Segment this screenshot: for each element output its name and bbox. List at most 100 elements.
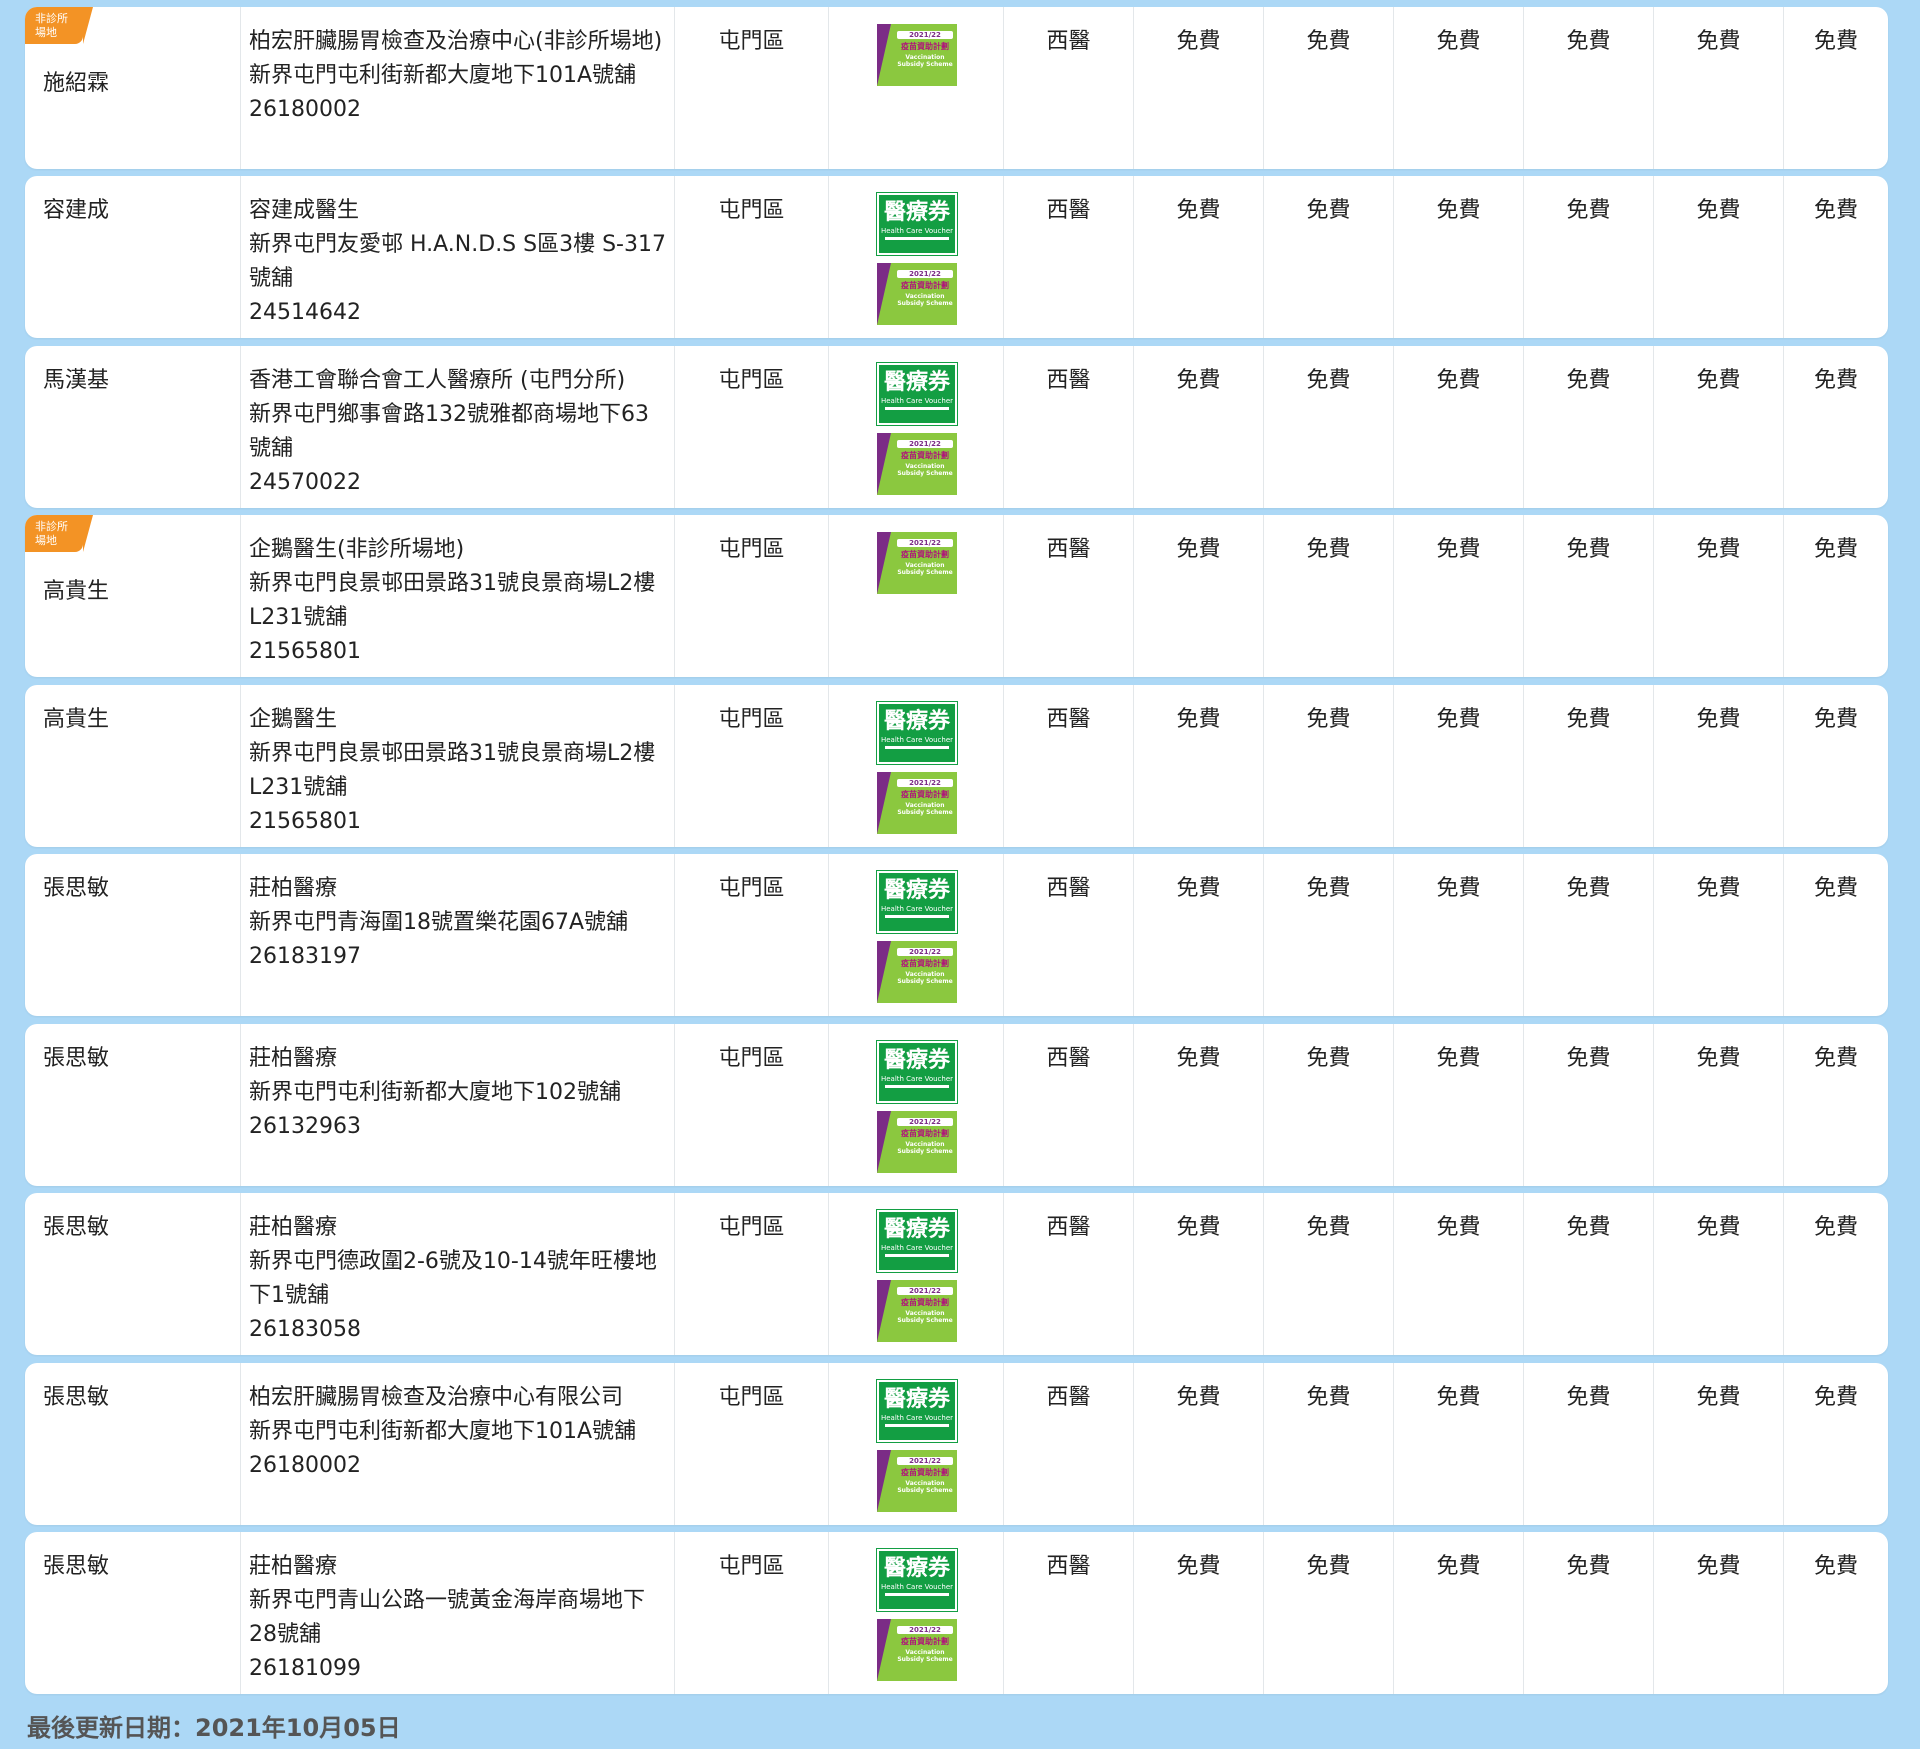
health-care-voucher-icon: 醫療券 Health Care Voucher bbox=[876, 1548, 958, 1612]
clinic-info-cell: 企鵝醫生 新界屯門良景邨田景路31號良景商場L2樓L231號舖 21565801 bbox=[241, 685, 675, 847]
badge-line: 非診所 bbox=[35, 520, 68, 533]
fee-value: 免費 bbox=[1436, 537, 1481, 562]
vss-stripe bbox=[877, 1450, 891, 1512]
doctor-name[interactable]: 馬漢基 bbox=[43, 364, 109, 398]
fee-value: 免費 bbox=[1813, 1554, 1858, 1579]
clinic-phone[interactable]: 26180002 bbox=[249, 1449, 669, 1483]
fee-value: 免費 bbox=[1436, 1046, 1481, 1071]
fee-value: 免費 bbox=[1176, 1046, 1221, 1071]
fee-value: 免費 bbox=[1436, 1385, 1481, 1410]
table-row[interactable]: 非診所 場地 高貴生 企鵝醫生(非診所場地) 新界屯門良景邨田景路31號良景商場L2樓L… bbox=[25, 515, 1888, 677]
table-row[interactable]: 張思敏 莊柏醫療 新界屯門青山公路一號黃金海岸商場地下28號舖 26181099 屯門區… bbox=[25, 1532, 1888, 1694]
doctor-type: 西醫 bbox=[1046, 198, 1091, 223]
scheme-icons-cell: 醫療券 Health Care Voucher 2021/22 疫苗資助計劃 Vacci… bbox=[829, 1532, 1004, 1694]
fee-cell: 免費 bbox=[1654, 515, 1784, 677]
vaccination-subsidy-scheme-icon: 2021/22 疫苗資助計劃 Vaccination Subsidy Scheme bbox=[877, 532, 957, 594]
clinic-info: 香港工會聯合會工人醫療所 (屯門分所) 新界屯門鄉事會路132號雅都商場地下63號… bbox=[249, 364, 669, 500]
fee-cell: 免費 bbox=[1524, 176, 1654, 338]
doctor-type: 西醫 bbox=[1046, 1215, 1091, 1240]
vss-title: 疫苗資助計劃 bbox=[901, 1468, 949, 1477]
clinic-phone[interactable]: 24514642 bbox=[249, 296, 669, 330]
scheme-icons-cell: 醫療券 Health Care Voucher 2021/22 疫苗資助計劃 Vacci… bbox=[829, 1193, 1004, 1355]
vaccination-subsidy-scheme-icon: 2021/22 疫苗資助計劃 Vaccination Subsidy Scheme bbox=[877, 772, 957, 834]
doctor-name[interactable]: 施紹霖 bbox=[43, 67, 109, 101]
vss-stripe bbox=[877, 1111, 891, 1173]
vss-subtitle: Vaccination Subsidy Scheme bbox=[897, 802, 953, 816]
table-row[interactable]: 張思敏 柏宏肝臟腸胃檢查及治療中心有限公司 新界屯門屯利街新都大廈地下101A號舖 2… bbox=[25, 1363, 1888, 1525]
hcv-bar bbox=[885, 746, 949, 749]
fee-cell: 免費 bbox=[1134, 515, 1264, 677]
doctor-name[interactable]: 高貴生 bbox=[43, 575, 109, 609]
vss-subtitle: Vaccination Subsidy Scheme bbox=[897, 1649, 953, 1663]
page: 非診所 場地施紹霖 柏宏肝臟腸胃檢查及治療中心(非診所場地) 新界屯門屯利街新都大廈地… bbox=[0, 0, 1920, 1749]
hcv-bar bbox=[885, 237, 949, 240]
table-row[interactable]: 張思敏 莊柏醫療 新界屯門屯利街新都大廈地下102號舖 26132963 屯門區 醫療券 H… bbox=[25, 1024, 1888, 1186]
clinic-phone[interactable]: 26183058 bbox=[249, 1313, 669, 1347]
hcv-subtitle: Health Care Voucher bbox=[880, 397, 954, 405]
clinic-phone[interactable]: 21565801 bbox=[249, 805, 669, 839]
clinic-phone[interactable]: 24570022 bbox=[249, 466, 669, 500]
doctor-name[interactable]: 張思敏 bbox=[43, 1211, 109, 1245]
doctor-type-cell: 西醫 bbox=[1004, 1024, 1134, 1186]
fee-value: 免費 bbox=[1306, 876, 1351, 901]
clinic-phone[interactable]: 26181099 bbox=[249, 1652, 669, 1686]
health-care-voucher-icon: 醫療券 Health Care Voucher bbox=[876, 362, 958, 426]
vaccination-subsidy-scheme-icon: 2021/22 疫苗資助計劃 Vaccination Subsidy Scheme bbox=[877, 24, 957, 86]
table-row[interactable]: 容建成 容建成醫生 新界屯門友愛邨 H.A.N.D.S S區3樓 S-317號舖 24… bbox=[25, 176, 1888, 338]
doctor-name[interactable]: 張思敏 bbox=[43, 1042, 109, 1076]
clinic-address: 新界屯門青山公路一號黃金海岸商場地下28號舖 bbox=[249, 1588, 646, 1647]
vss-subtitle: Vaccination Subsidy Scheme bbox=[897, 971, 953, 985]
fee-cell: 免費 bbox=[1784, 1024, 1888, 1186]
table-row[interactable]: 馬漢基 香港工會聯合會工人醫療所 (屯門分所) 新界屯門鄉事會路132號雅都商場地下… bbox=[25, 346, 1888, 508]
scheme-icons-cell: 醫療券 Health Care Voucher 2021/22 疫苗資助計劃 Vacci… bbox=[829, 685, 1004, 847]
fee-value: 免費 bbox=[1566, 1385, 1611, 1410]
table-row[interactable]: 張思敏 莊柏醫療 新界屯門青海圍18號置樂花園67A號舖 26183197 屯門區 醫療券… bbox=[25, 854, 1888, 1016]
badge-line: 場地 bbox=[35, 26, 57, 39]
district-cell: 屯門區 bbox=[675, 1363, 829, 1525]
fee-cell: 免費 bbox=[1654, 1363, 1784, 1525]
clinic-name: 柏宏肝臟腸胃檢查及治療中心(非診所場地) bbox=[249, 29, 663, 54]
fee-value: 免費 bbox=[1176, 1385, 1221, 1410]
fee-cell: 免費 bbox=[1394, 685, 1524, 847]
hcv-title: 醫療券 bbox=[883, 709, 950, 734]
clinic-phone[interactable]: 26132963 bbox=[249, 1110, 669, 1144]
fee-cell: 免費 bbox=[1134, 1532, 1264, 1694]
doctor-type-cell: 西醫 bbox=[1004, 1363, 1134, 1525]
fee-value: 免費 bbox=[1436, 198, 1481, 223]
vss-subtitle: Vaccination Subsidy Scheme bbox=[897, 1310, 953, 1324]
doctor-name[interactable]: 張思敏 bbox=[43, 1550, 109, 1584]
clinic-phone[interactable]: 21565801 bbox=[249, 635, 669, 669]
fee-cell: 免費 bbox=[1654, 1193, 1784, 1355]
hcv-title: 醫療券 bbox=[883, 370, 950, 395]
district-cell: 屯門區 bbox=[675, 176, 829, 338]
fee-cell: 免費 bbox=[1394, 515, 1524, 677]
fee-value: 免費 bbox=[1176, 876, 1221, 901]
fee-value: 免費 bbox=[1696, 1215, 1741, 1240]
fee-cell: 免費 bbox=[1134, 7, 1264, 169]
district: 屯門區 bbox=[718, 368, 785, 393]
table-row[interactable]: 高貴生 企鵝醫生 新界屯門良景邨田景路31號良景商場L2樓L231號舖 2156580… bbox=[25, 685, 1888, 847]
table-row[interactable]: 張思敏 莊柏醫療 新界屯門德政圍2-6號及10-14號年旺樓地下1號舖 2618305… bbox=[25, 1193, 1888, 1355]
hcv-bar bbox=[885, 1424, 949, 1427]
district-cell: 屯門區 bbox=[675, 1193, 829, 1355]
health-care-voucher-icon: 醫療券 Health Care Voucher bbox=[876, 701, 958, 765]
clinic-phone[interactable]: 26183197 bbox=[249, 940, 669, 974]
table-row[interactable]: 非診所 場地 施紹霖 柏宏肝臟腸胃檢查及治療中心(非診所場地) 新界屯門屯利街新都大廈地… bbox=[25, 7, 1888, 169]
clinic-phone[interactable]: 26180002 bbox=[249, 93, 669, 127]
doctor-name[interactable]: 高貴生 bbox=[43, 703, 109, 737]
vaccination-subsidy-scheme-icon: 2021/22 疫苗資助計劃 Vaccination Subsidy Scheme bbox=[877, 1280, 957, 1342]
doctor-name[interactable]: 張思敏 bbox=[43, 1381, 109, 1415]
doctor-name[interactable]: 容建成 bbox=[43, 194, 109, 228]
fee-value: 免費 bbox=[1696, 198, 1741, 223]
fee-value: 免費 bbox=[1566, 537, 1611, 562]
doctor-name[interactable]: 張思敏 bbox=[43, 872, 109, 906]
hcv-title: 醫療券 bbox=[883, 200, 950, 225]
fee-value: 免費 bbox=[1306, 1385, 1351, 1410]
fee-value: 免費 bbox=[1306, 1554, 1351, 1579]
clinic-address: 新界屯門屯利街新都大廈地下101A號舖 bbox=[249, 63, 637, 88]
fee-cell: 免費 bbox=[1394, 176, 1524, 338]
fee-cell: 免費 bbox=[1134, 685, 1264, 847]
fee-cell: 免費 bbox=[1784, 1532, 1888, 1694]
scheme-icons-cell: 醫療券 Health Care Voucher 2021/22 疫苗資助計劃 Vacci… bbox=[829, 854, 1004, 1016]
clinic-name: 企鵝醫生(非診所場地) bbox=[249, 537, 465, 562]
